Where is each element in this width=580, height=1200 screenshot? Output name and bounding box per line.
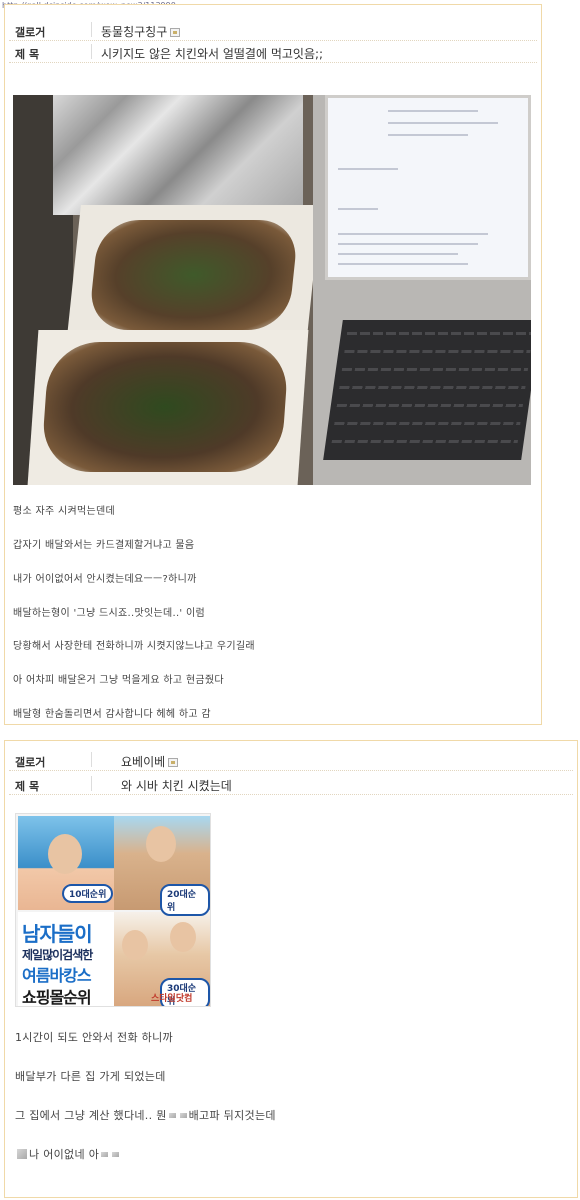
censor-mark	[17, 1149, 27, 1159]
subject-label: 제 목	[15, 780, 40, 793]
post-1: 갤로거 동물칭구칭구 제 목 시키지도 않은 치킨와서 얼떨결에 먹고잇음;;	[4, 4, 542, 725]
gallerist-label: 갤로거	[15, 756, 46, 769]
post-line: 아 어차피 배달온거 그냥 먹을게요 하고 현금줬다	[13, 675, 224, 686]
header-divider	[91, 752, 92, 767]
post-line: 그 집에서 그냥 계산 했다네.. 뭔 배고파 뒤지것는데	[15, 1107, 276, 1123]
shopping-banner-ad[interactable]: 10대순위 20대순위 30대순위 스타일닷컴 남자들이 제일많이검색한 여름바…	[15, 813, 211, 1007]
gallerist-label: 갤로거	[15, 26, 46, 39]
header-divider	[91, 776, 92, 791]
censor-mark	[101, 1152, 109, 1157]
author-row: 갤로거 요베이베	[9, 749, 573, 771]
author-row: 갤로거 동물칭구칭구	[9, 19, 537, 41]
post-subject: 와 시바 치킨 시켰는데	[121, 779, 232, 793]
post-line: 내가 어이없어서 안시켰는데요ㅡㅡ?하니까	[13, 574, 197, 585]
post-line: 배달하는형이 '그냥 드시죠..맛잇는데..' 이럼	[13, 608, 205, 619]
post-2: 갤로거 요베이베 제 목 와 시바 치킨 시켰는데 10대순위 20대순위 30…	[4, 740, 578, 1198]
author-name-text: 요베이베	[121, 755, 166, 769]
censor-mark	[179, 1113, 187, 1118]
post-line: 당황해서 사장한테 전화하니까 시켯지않느냐고 우기길래	[13, 641, 255, 652]
photo-chicken-front	[40, 342, 290, 472]
post-line-part: 그 집에서 그냥 계산 했다네.. 뭔	[15, 1109, 167, 1122]
author-name[interactable]: 요베이베	[121, 753, 179, 770]
censor-mark	[168, 1113, 176, 1118]
photo-foil	[53, 95, 303, 215]
post-line: 나 어이없네 아	[15, 1146, 121, 1162]
banner-rank-badge: 10대순위	[62, 884, 114, 903]
post-line: 1시간이 되도 안와서 전화 하니까	[15, 1031, 173, 1044]
header-divider	[91, 22, 92, 37]
post-line-part: 나 어이없네 아	[29, 1148, 100, 1161]
post-line: 배달형 한숨돌리면서 감사합니다 헤헤 하고 감	[13, 709, 211, 720]
banner-headline-3: 쇼핑몰순위	[22, 988, 92, 1007]
banner-subline: 제일많이검색한	[22, 948, 93, 962]
photo-laptop-screen	[325, 95, 531, 280]
banner-rank-badge: 20대순위	[160, 884, 210, 916]
gallog-icon[interactable]	[170, 28, 181, 37]
author-name[interactable]: 동물칭구칭구	[101, 23, 181, 40]
subject-row: 제 목 와 시바 치킨 시켰는데	[9, 773, 573, 795]
photo-laptop-keyboard	[323, 320, 531, 460]
photo-laptop	[313, 95, 531, 485]
post-line: 갑자기 배달와서는 카드결제할거냐고 물음	[13, 540, 195, 551]
header-divider	[91, 44, 92, 59]
chicken-photo	[13, 95, 531, 485]
censor-mark	[112, 1152, 120, 1157]
post-line: 배달부가 다른 집 가게 되었는데	[15, 1070, 166, 1083]
subject-label: 제 목	[15, 48, 40, 61]
subject-row: 제 목 시키지도 않은 치킨와서 얼떨결에 먹고잇음;;	[9, 41, 537, 63]
author-name-text: 동물칭구칭구	[101, 25, 168, 39]
post-line: 평소 자주 시켜먹는덴데	[13, 506, 115, 517]
post-line-part: 배고파 뒤지것는데	[188, 1109, 276, 1122]
banner-headline: 남자들이	[22, 922, 93, 946]
photo-chicken-back	[87, 220, 300, 330]
banner-headline-2: 여름바캉스	[22, 966, 92, 985]
gallog-icon[interactable]	[168, 758, 179, 767]
banner-shop-name: 스타일닷컴	[151, 994, 193, 1004]
photo-chicken-box-front	[27, 330, 309, 485]
post-subject: 시키지도 않은 치킨와서 얼떨결에 먹고잇음;;	[101, 47, 324, 61]
